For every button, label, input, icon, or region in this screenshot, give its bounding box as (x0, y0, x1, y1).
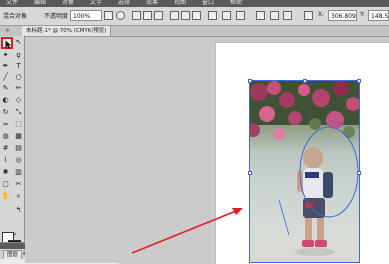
y-field[interactable]: 148.5 (368, 10, 389, 21)
menu-edit[interactable]: 编辑 (34, 0, 46, 6)
selection-bounding-box[interactable] (248, 79, 361, 263)
reference-point-icon[interactable] (304, 11, 313, 20)
magic-wand-icon[interactable]: ✦ (1, 51, 10, 60)
perspective-grid-icon[interactable]: ▦ (14, 132, 23, 141)
opacity-label: 不透明度 (44, 13, 69, 20)
type-icon[interactable]: T (14, 62, 23, 71)
align-bottom-icon[interactable] (192, 11, 201, 20)
rotate-icon[interactable]: ↻ (1, 108, 10, 117)
recolor-icon[interactable] (116, 11, 125, 20)
gradient-icon[interactable]: ▤ (14, 144, 23, 153)
blob-brush-icon[interactable]: ◐ (1, 96, 10, 105)
menu-effect[interactable]: 效果 (146, 0, 158, 6)
y-label: Y: (360, 11, 365, 18)
align-top-icon[interactable] (170, 11, 179, 20)
menu-help[interactable]: 帮助 (230, 0, 242, 6)
zoom-icon[interactable]: ⌕ (14, 192, 23, 201)
distribute-icon[interactable] (208, 11, 217, 20)
align-middle-icon[interactable] (181, 11, 190, 20)
warp-icon[interactable]: ≈ (1, 120, 10, 129)
lasso-icon[interactable]: ϙ (14, 51, 23, 60)
document-tab-strip: » 未标题-1* @ 70% (CMYK/预览) (0, 26, 389, 37)
shape-builder-icon[interactable]: ◍ (1, 132, 10, 141)
eyedropper-icon[interactable]: ⌇ (1, 156, 10, 165)
align-right-icon[interactable] (154, 11, 163, 20)
mesh-icon[interactable]: # (1, 144, 10, 153)
selection-tool[interactable] (1, 37, 13, 49)
eraser-icon[interactable]: ◇ (14, 96, 23, 105)
resize-handle[interactable] (303, 79, 307, 83)
align-left-icon[interactable] (132, 11, 141, 20)
distribute-horizontal-icon[interactable] (222, 11, 231, 20)
hand-icon[interactable]: ✋ (1, 192, 10, 201)
object-type-label: 混合对象 (3, 13, 28, 20)
panel-collapse-icon[interactable]: » (3, 26, 12, 35)
direct-selection-icon[interactable]: ↖ (14, 38, 23, 47)
pen-icon[interactable]: ✒ (1, 62, 10, 71)
arrow-cursor-icon (5, 40, 12, 49)
line-icon[interactable]: ╱ (1, 73, 10, 82)
scale-icon[interactable]: ⤡ (14, 108, 23, 117)
menu-window[interactable]: 窗口 (202, 0, 214, 6)
resize-handle[interactable] (357, 79, 361, 83)
x-label: X: (318, 11, 325, 18)
isolate-icon[interactable] (270, 11, 279, 20)
menu-select[interactable]: 选择 (118, 0, 130, 6)
ellipse-icon[interactable]: ○ (14, 73, 23, 82)
pencil-icon[interactable]: ✏ (14, 84, 23, 93)
column-graph-icon[interactable]: ▥ (14, 168, 23, 177)
blend-icon[interactable]: ◎ (14, 156, 23, 165)
paintbrush-icon[interactable]: ✎ (1, 84, 10, 93)
transform-icon[interactable] (256, 11, 265, 20)
arrange-icon[interactable] (283, 11, 292, 20)
menu-view[interactable]: 视图 (174, 0, 186, 6)
menu-object[interactable]: 对象 (62, 0, 74, 6)
align-center-icon[interactable] (143, 11, 152, 20)
opacity-field[interactable]: 100% (70, 10, 102, 21)
swap-colors-icon[interactable]: ↰ (14, 206, 23, 215)
menu-type[interactable]: 文字 (90, 0, 102, 6)
free-transform-icon[interactable]: ⬚ (14, 120, 23, 129)
document-tab[interactable]: 未标题-1* @ 70% (CMYK/预览) (22, 26, 112, 36)
menu-file[interactable]: 文件 (6, 0, 18, 6)
distribute-vertical-icon[interactable] (236, 11, 245, 20)
dropdown-arrow-icon[interactable] (104, 11, 113, 20)
resize-handle[interactable] (248, 79, 252, 83)
x-field[interactable]: 306.809 (328, 10, 357, 21)
tools-panel: ↖ ✦ ϙ ✒ T ╱ ○ ✎ ✏ ◐ ◇ ↻ ⤡ ≈ ⬚ ◍ ▦ # ▤ ⌇ … (0, 36, 25, 253)
symbol-sprayer-icon[interactable]: ✺ (1, 168, 10, 177)
artboard-icon[interactable]: ▢ (1, 180, 10, 189)
resize-handle[interactable] (357, 171, 361, 175)
slice-icon[interactable]: ✂ (14, 180, 23, 189)
menu-bar: 文件 编辑 对象 文字 选择 效果 视图 窗口 帮助 (0, 0, 389, 7)
control-bar: 混合对象 不透明度 100% X: 306.809 Y: 148.5 (0, 7, 389, 26)
resize-handle[interactable] (248, 171, 252, 175)
